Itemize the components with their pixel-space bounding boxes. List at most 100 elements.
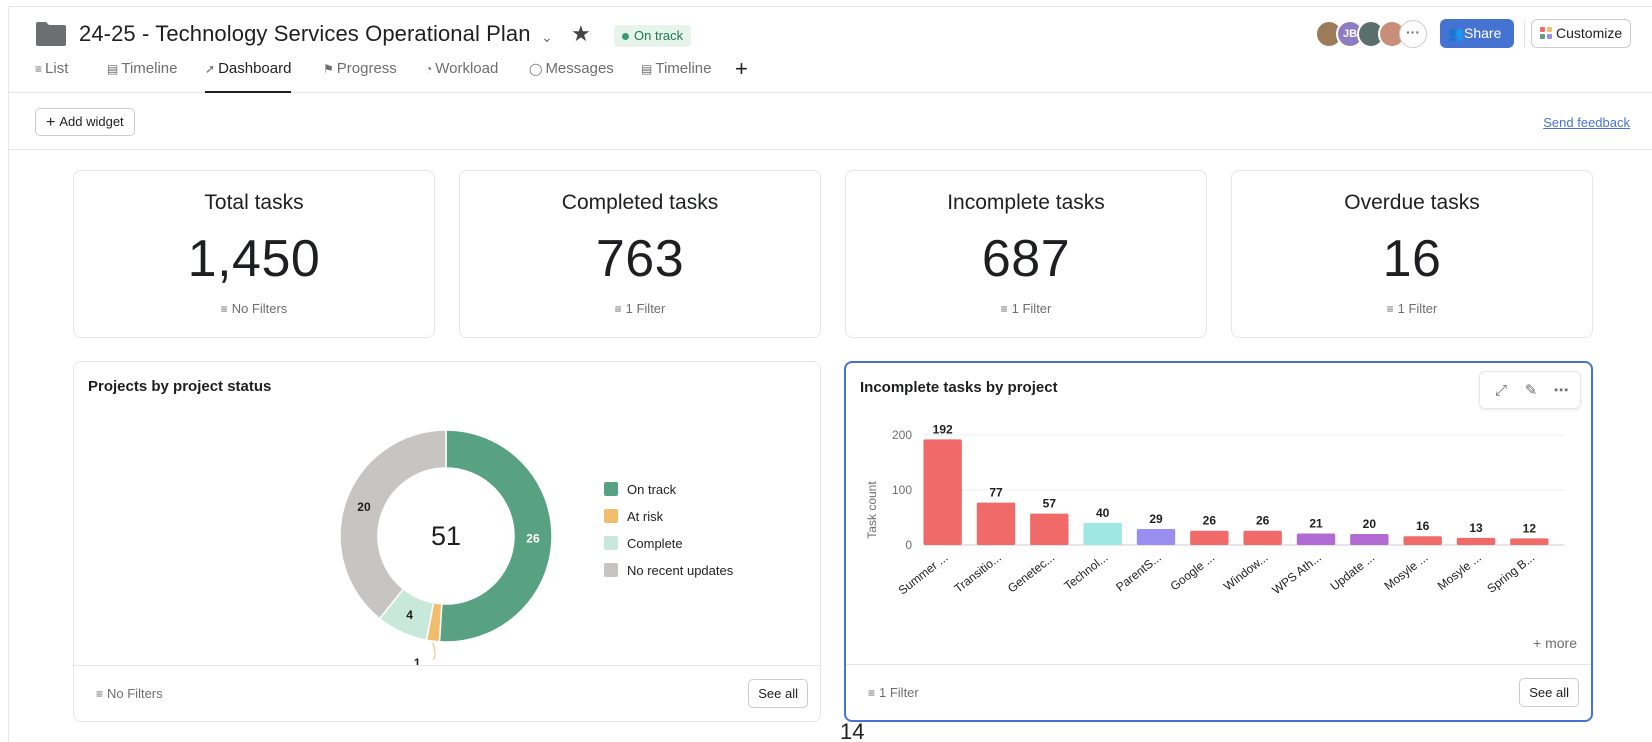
- donut-chart[interactable]: 26142051: [296, 406, 596, 666]
- bar[interactable]: [1403, 536, 1442, 545]
- see-all-button[interactable]: See all: [748, 679, 808, 708]
- stat-card-completed[interactable]: Completed tasks 763 ≡ 1 Filter: [459, 170, 821, 338]
- widget-filter[interactable]: ≡ 1 Filter: [868, 685, 919, 700]
- timeline-icon: ▤: [107, 62, 119, 76]
- bar-value-label: 192: [933, 422, 953, 436]
- expand-icon[interactable]: ⤢: [1490, 380, 1512, 402]
- stat-value: 687: [981, 230, 1071, 288]
- projects-by-status-widget[interactable]: Projects by project status 26 1 4 20 51 On t…: [73, 361, 821, 722]
- bar-value-label: 40: [1096, 506, 1110, 520]
- customize-button[interactable]: Customize: [1531, 19, 1631, 48]
- chevron-down-icon[interactable]: ⌄: [541, 29, 553, 46]
- y-tick-label: 100: [892, 483, 912, 497]
- stat-value: 16: [1382, 230, 1442, 288]
- bar[interactable]: [1350, 534, 1389, 545]
- bar-value-label: 20: [1363, 517, 1377, 531]
- progress-icon: ⚑: [323, 62, 334, 76]
- tab-dashboard[interactable]: ➚ Dashboard: [205, 59, 292, 93]
- legend-item-complete[interactable]: Complete: [604, 534, 683, 554]
- stat-card-overdue[interactable]: Overdue tasks 16 ≡ 1 Filter: [1231, 170, 1593, 338]
- legend-item-no-recent-updates[interactable]: No recent updates: [604, 561, 733, 581]
- legend-item-on-track[interactable]: On track: [604, 480, 676, 500]
- stat-label: Total tasks: [204, 191, 304, 214]
- legend-swatch: [604, 482, 618, 496]
- status-badge[interactable]: On track: [614, 25, 692, 47]
- legend-item-at-risk[interactable]: At risk: [604, 507, 663, 527]
- bar-chart[interactable]: 0 100 200 Task count 192 Summer ... 77 Transiti…: [852, 411, 1572, 641]
- bar[interactable]: [1136, 529, 1176, 545]
- x-tick-label: Genetec...: [1005, 550, 1057, 595]
- bar-value-label: 16: [1416, 519, 1430, 533]
- donut-center-total: 51: [431, 521, 461, 551]
- tab-timeline-2[interactable]: ▤ Timeline: [641, 59, 711, 93]
- filter-icon: ≡: [1386, 302, 1394, 316]
- x-tick-label: WPS Ath...: [1269, 550, 1323, 597]
- stat-filter[interactable]: ≡ No Filters: [74, 301, 434, 316]
- bar-value-label: 57: [1043, 497, 1057, 511]
- customize-icon: [1540, 27, 1552, 39]
- add-tab-icon[interactable]: +: [735, 56, 748, 82]
- stat-filter[interactable]: ≡ 1 Filter: [1232, 301, 1592, 316]
- stat-card-total[interactable]: Total tasks 1,450 ≡ No Filters: [73, 170, 435, 338]
- dashboard-icon: ➚: [205, 62, 216, 76]
- x-tick-label: Transitio...: [951, 550, 1003, 595]
- bar[interactable]: [1456, 537, 1496, 545]
- see-all-button[interactable]: See all: [1519, 678, 1579, 707]
- stat-value: 763: [595, 230, 685, 288]
- stat-filter[interactable]: ≡ 1 Filter: [460, 301, 820, 316]
- widget-actions: ⤢ ✎ ⋯: [1479, 371, 1581, 409]
- widget-title: Projects by project status: [88, 378, 272, 395]
- x-tick-label: Window...: [1221, 550, 1271, 593]
- tab-workload[interactable]: ◔ Workload: [425, 59, 498, 93]
- bar-value-label: 12: [1523, 521, 1537, 535]
- bar-value-label: 13: [1469, 521, 1483, 535]
- more-projects-link[interactable]: + more: [1533, 635, 1577, 651]
- bar[interactable]: [1243, 530, 1282, 545]
- add-widget-button[interactable]: + Add widget: [35, 108, 135, 136]
- bar[interactable]: [1510, 538, 1549, 545]
- timeline-icon: ▤: [641, 62, 653, 76]
- status-dot-icon: [622, 33, 629, 40]
- edit-pencil-icon[interactable]: ✎: [1520, 380, 1542, 402]
- filter-icon: ≡: [220, 302, 228, 316]
- share-button[interactable]: 👥Share: [1440, 19, 1514, 48]
- more-options-icon[interactable]: ⋯: [1550, 380, 1572, 402]
- legend-swatch: [604, 509, 618, 523]
- tab-timeline[interactable]: ▤ Timeline: [107, 59, 177, 93]
- x-tick-label: Google ...: [1168, 550, 1218, 593]
- bar[interactable]: [1296, 533, 1336, 545]
- bar-value-label: 26: [1203, 514, 1217, 528]
- donut-slice-label: 26: [526, 532, 540, 546]
- folder-icon: [36, 22, 66, 46]
- plus-icon: +: [46, 114, 56, 131]
- stat-filter[interactable]: ≡ 1 Filter: [846, 301, 1206, 316]
- y-axis-label: Task count: [865, 481, 879, 539]
- bar[interactable]: [923, 439, 962, 545]
- star-icon[interactable]: ★: [571, 21, 591, 47]
- filter-icon: ≡: [1000, 302, 1008, 316]
- send-feedback-link[interactable]: Send feedback: [1543, 115, 1630, 130]
- bar-value-label: 21: [1309, 516, 1323, 530]
- filter-icon: ≡: [96, 687, 104, 701]
- member-avatars[interactable]: JB ···: [1315, 20, 1427, 48]
- x-tick-label: Summer ...: [896, 550, 951, 597]
- tab-list[interactable]: ≡ List: [35, 59, 68, 93]
- header-divider: [1524, 21, 1525, 47]
- incomplete-by-project-widget[interactable]: Incomplete tasks by project ⤢ ✎ ⋯ 0 100 20…: [844, 361, 1593, 722]
- tab-progress[interactable]: ⚑ Progress: [323, 59, 397, 93]
- donut-leader-line: [432, 643, 436, 660]
- stat-label: Incomplete tasks: [947, 191, 1105, 214]
- project-header: 24-25 - Technology Services Operational …: [9, 7, 1652, 93]
- bar[interactable]: [1190, 530, 1229, 545]
- widget-filter[interactable]: ≡ No Filters: [96, 686, 163, 701]
- more-members-icon[interactable]: ···: [1399, 20, 1427, 48]
- x-tick-label: Update ...: [1328, 550, 1378, 593]
- stat-card-incomplete[interactable]: Incomplete tasks 687 ≡ 1 Filter: [845, 170, 1207, 338]
- bar[interactable]: [1030, 513, 1069, 545]
- customize-label: Customize: [1556, 25, 1623, 41]
- status-label: On track: [634, 28, 684, 43]
- tab-messages[interactable]: ◯ Messages: [529, 59, 614, 93]
- bar[interactable]: [976, 502, 1016, 545]
- bar[interactable]: [1083, 523, 1122, 545]
- filter-icon: ≡: [614, 302, 622, 316]
